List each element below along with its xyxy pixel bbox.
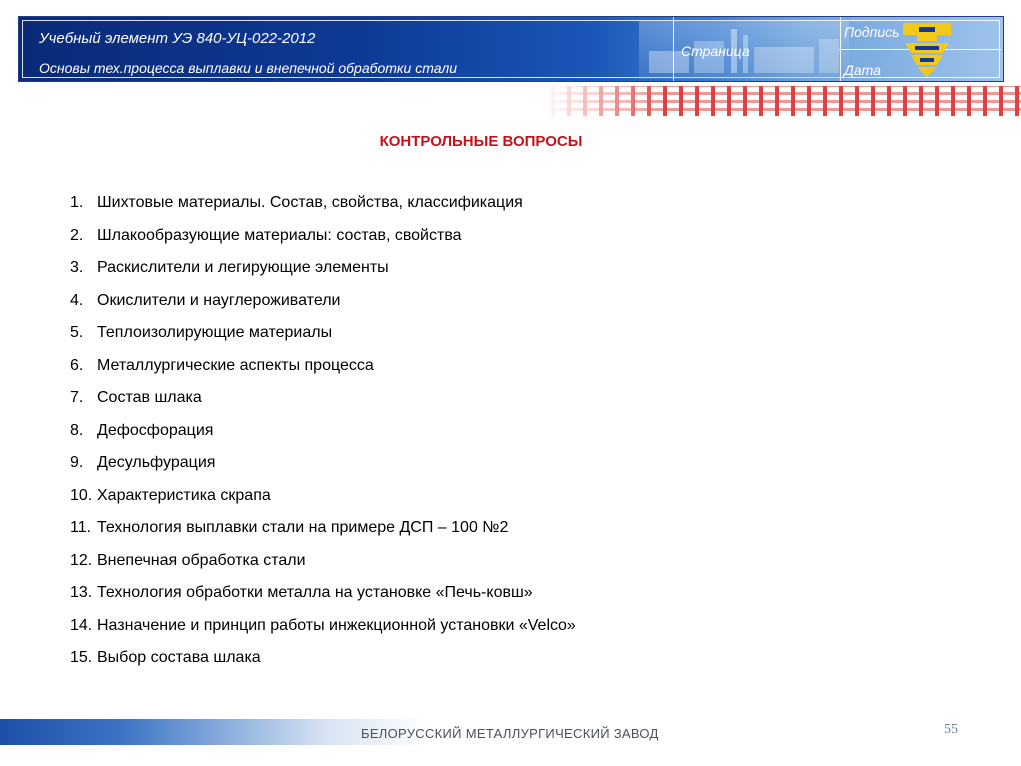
questions-list: 1. Шихтовые материалы. Состав, свойства, … <box>70 193 950 681</box>
item-text: Теплоизолирующие материалы <box>97 324 333 341</box>
list-item: 5. Теплоизолирующие материалы <box>70 323 950 356</box>
list-item: 14. Назначение и принцип работы инжекцион… <box>70 616 950 649</box>
item-number: 9. <box>70 454 84 471</box>
list-item: 13. Технология обработки металла на устан… <box>70 583 950 616</box>
item-number: 4. <box>70 291 84 309</box>
list-item: 6. Металлургические аспекты процесса <box>70 356 950 389</box>
item-text: Раскислители и легирующие элементы <box>97 259 389 276</box>
page-title: КОНТРОЛЬНЫЕ ВОПРОСЫ <box>379 133 583 150</box>
item-number: 1. <box>70 194 84 211</box>
item-number: 7. <box>70 389 84 406</box>
item-text: Шихтовые материалы. Состав, свойства, кл… <box>97 194 523 211</box>
page-number: 55 <box>944 722 958 737</box>
bmz-logo-icon <box>897 21 957 79</box>
list-item: 12. Внепечная обработка стали <box>70 551 950 584</box>
item-text: Выбор состава шлака <box>97 649 261 666</box>
item-text: Металлургические аспекты процесса <box>97 356 374 374</box>
list-item: 9. Десульфурация <box>70 453 950 486</box>
item-number: 13. <box>70 584 93 601</box>
item-number: 6. <box>70 356 84 374</box>
item-text: Десульфурация <box>97 454 216 471</box>
list-item: 7. Состав шлака <box>70 388 950 421</box>
signature-label: Подпись <box>844 24 900 40</box>
item-text: Характеристика скрапа <box>97 486 271 504</box>
national-ornament-band <box>545 86 1021 116</box>
item-text: Дефосфорация <box>97 421 214 439</box>
list-item: 1. Шихтовые материалы. Состав, свойства, … <box>70 193 950 226</box>
list-item: 4. Окислители и науглероживатели <box>70 291 950 324</box>
company-name: БЕЛОРУССКИЙ МЕТАЛЛУРГИЧЕСКИЙ ЗАВОД <box>361 726 659 741</box>
list-item: 8. Дефосфорация <box>70 421 950 454</box>
item-number: 8. <box>70 421 84 439</box>
item-number: 12. <box>70 551 93 569</box>
page-label: Страница <box>681 43 750 59</box>
item-number: 14. <box>70 616 93 634</box>
item-text: Окислители и науглероживатели <box>97 291 341 309</box>
list-item: 10. Характеристика скрапа <box>70 486 950 519</box>
course-title: Основы тех.процесса выплавки и внепечной… <box>39 60 458 76</box>
item-number: 3. <box>70 259 84 276</box>
item-text: Технология выплавки стали на примере ДСП… <box>97 519 509 536</box>
item-text: Технология обработки металла на установк… <box>97 584 533 601</box>
list-item: 3. Раскислители и легирующие элементы <box>70 258 950 291</box>
item-number: 15. <box>70 649 93 666</box>
item-text: Состав шлака <box>97 389 202 406</box>
list-item: 2. Шлакообразующие материалы: состав, сво… <box>70 226 950 259</box>
header-banner: Учебный элемент УЭ 840-УЦ-022-2012 Основ… <box>18 16 1004 82</box>
item-number: 11. <box>70 519 92 536</box>
item-number: 2. <box>70 226 84 244</box>
list-item: 11. Технология выплавки стали на примере … <box>70 518 950 551</box>
item-text: Назначение и принцип работы инжекционной… <box>97 616 576 634</box>
item-number: 10. <box>70 486 93 504</box>
date-label: Дата <box>844 62 881 78</box>
element-code: Учебный элемент УЭ 840-УЦ-022-2012 <box>39 30 316 47</box>
item-text: Шлакообразующие материалы: состав, свойс… <box>97 226 462 244</box>
item-text: Внепечная обработка стали <box>97 551 306 569</box>
item-number: 5. <box>70 324 84 341</box>
list-item: 15. Выбор состава шлака <box>70 648 950 681</box>
